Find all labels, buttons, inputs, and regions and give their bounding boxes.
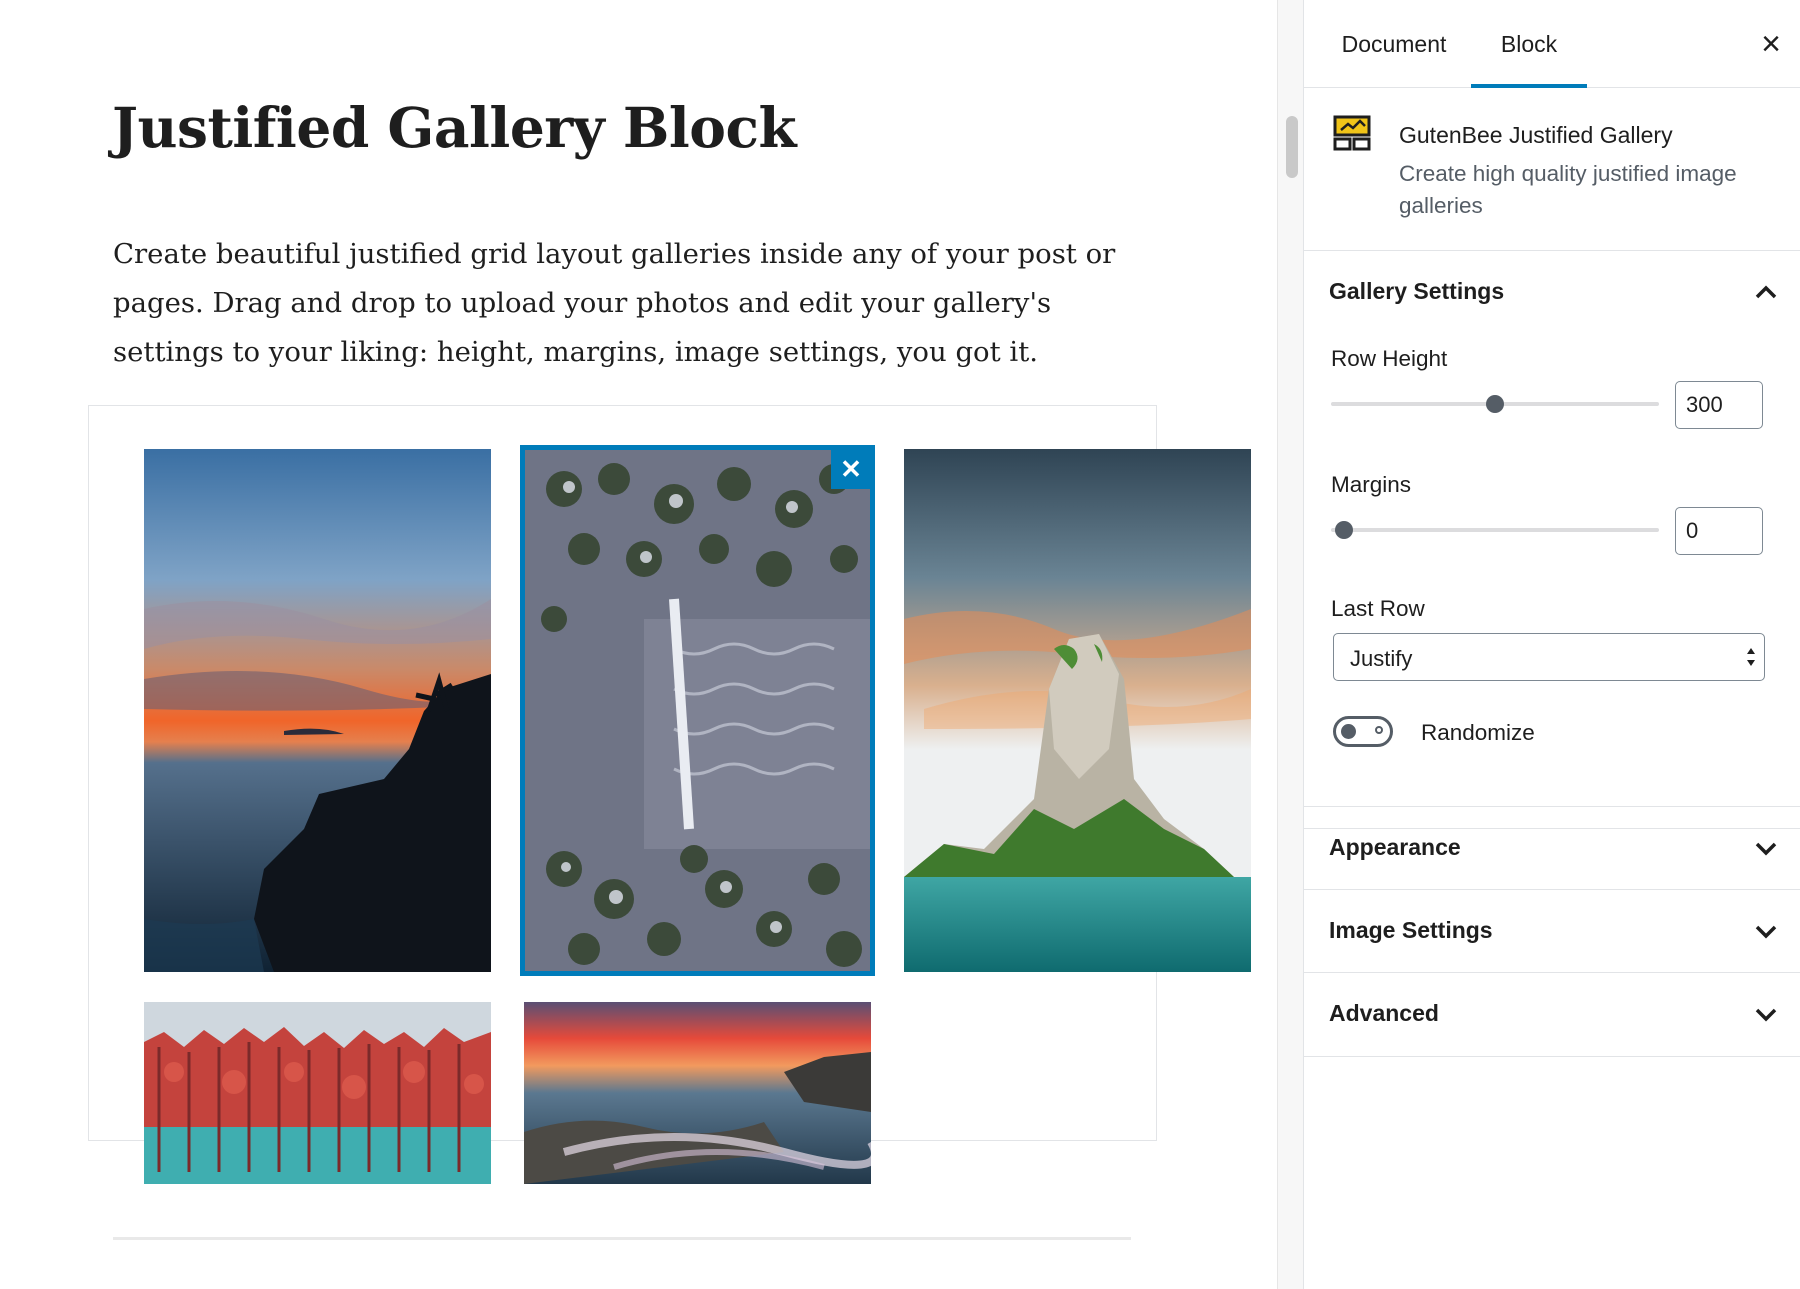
randomize-label: Randomize — [1421, 720, 1535, 745]
gallery-image-graphic — [144, 449, 491, 972]
margins-slider-thumb[interactable] — [1335, 521, 1354, 539]
gallery-image-graphic — [524, 449, 871, 972]
gallery-image[interactable] — [144, 449, 491, 972]
remove-image-button[interactable]: ✕ — [831, 449, 871, 489]
tab-block[interactable]: Block — [1471, 0, 1587, 88]
last-row-select-value: Justify — [1350, 646, 1413, 671]
chevron-down-icon — [1755, 842, 1777, 856]
chevron-down-icon — [1755, 1008, 1777, 1022]
panel-toggle-advanced[interactable]: Advanced — [1304, 973, 1800, 1056]
tab-document[interactable]: Document — [1324, 0, 1464, 88]
margins-input[interactable] — [1675, 507, 1763, 555]
post-title[interactable]: Justified Gallery Block — [112, 95, 797, 160]
gallery-image[interactable] — [524, 1002, 871, 1184]
gallery-image-graphic — [904, 449, 1251, 972]
panel-title: Gallery Settings — [1329, 278, 1505, 304]
panel-title: Appearance — [1329, 834, 1461, 860]
randomize-toggle[interactable] — [1333, 716, 1393, 747]
gallery-icon — [1333, 115, 1371, 151]
panel-toggle-appearance[interactable]: Appearance — [1304, 807, 1800, 890]
panel-appearance: Appearance — [1304, 806, 1800, 890]
chevron-up-icon — [1755, 285, 1777, 299]
panel-title: Image Settings — [1329, 917, 1493, 943]
close-icon: ✕ — [840, 454, 862, 484]
row-height-slider[interactable] — [1331, 395, 1659, 413]
block-name: GutenBee Justified Gallery — [1399, 122, 1673, 148]
settings-sidebar: Document Block × GutenBee Justified Gall… — [1303, 0, 1800, 1289]
scrollbar-thumb[interactable] — [1286, 116, 1298, 178]
post-paragraph[interactable]: Create beautiful justified grid layout g… — [113, 230, 1133, 377]
close-icon: × — [1761, 24, 1781, 63]
row-height-input[interactable] — [1675, 381, 1763, 429]
block-description: Create high quality justified image gall… — [1399, 161, 1737, 218]
row-height-label: Row Height — [1331, 346, 1448, 371]
toggle-off-indicator — [1375, 726, 1383, 734]
block-separator — [113, 1237, 1131, 1240]
margins-slider[interactable] — [1331, 521, 1659, 539]
gallery-image[interactable] — [904, 449, 1251, 972]
gallery-image-graphic — [144, 1002, 491, 1184]
justified-gallery-block[interactable]: ✕ — [88, 405, 1251, 1184]
panel-toggle-image-settings[interactable]: Image Settings — [1304, 890, 1800, 973]
sidebar-tabs: Document Block × — [1304, 0, 1800, 88]
panel-title: Advanced — [1329, 1000, 1439, 1026]
panel-toggle-gallery-settings[interactable]: Gallery Settings — [1304, 251, 1800, 334]
toggle-knob — [1341, 724, 1356, 739]
panel-advanced: Advanced — [1304, 973, 1800, 1057]
gallery-image-graphic — [524, 1002, 871, 1184]
gallery-image-selected[interactable]: ✕ — [520, 445, 875, 976]
chevron-down-icon — [1755, 925, 1777, 939]
panel-image-settings: Image Settings — [1304, 890, 1800, 973]
block-card: GutenBee Justified Gallery Create high q… — [1304, 88, 1800, 251]
last-row-select[interactable]: Justify — [1333, 633, 1765, 681]
editor-scrollbar[interactable] — [1277, 0, 1304, 1289]
margins-label: Margins — [1331, 472, 1412, 497]
gallery-image[interactable] — [144, 1002, 491, 1184]
close-sidebar-button[interactable]: × — [1741, 22, 1800, 66]
editor-canvas: Justified Gallery Block Create beautiful… — [0, 0, 1277, 1289]
last-row-label: Last Row — [1331, 596, 1425, 621]
select-arrows-icon — [1747, 648, 1755, 666]
row-height-slider-thumb[interactable] — [1486, 395, 1504, 413]
